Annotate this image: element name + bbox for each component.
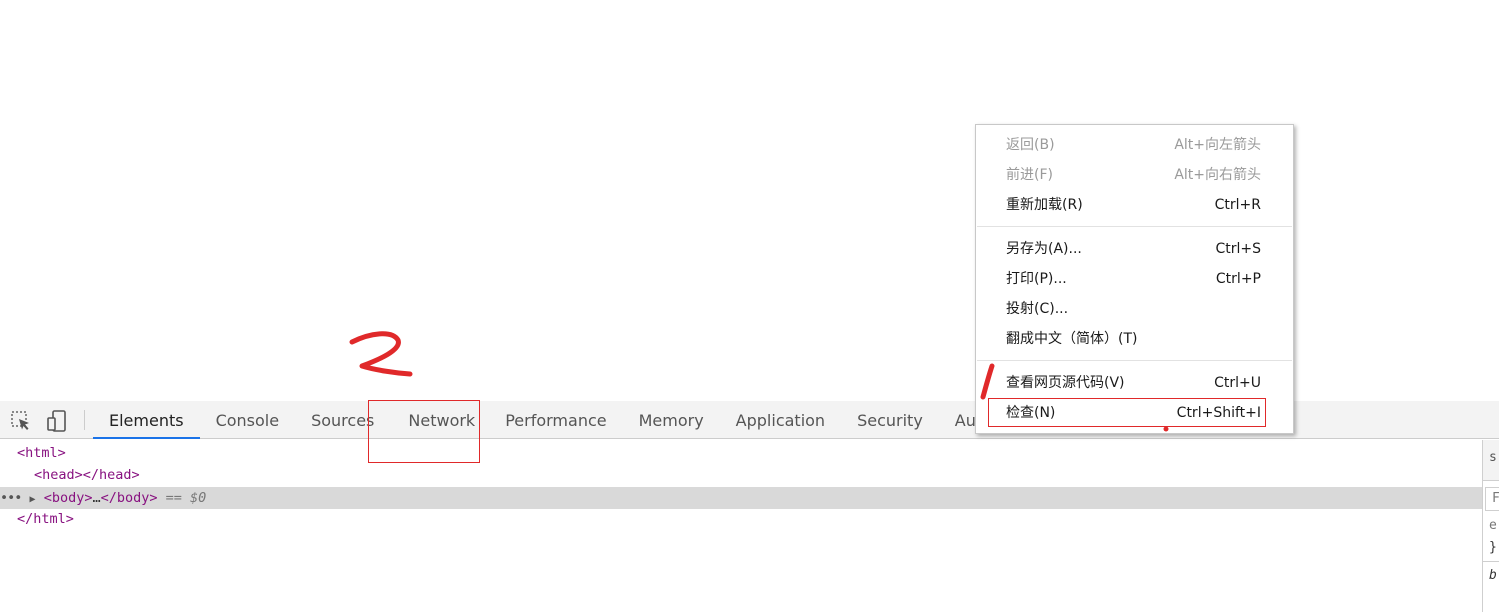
handwritten-step-1-mark — [980, 363, 995, 400]
annotation-marks — [349, 331, 1169, 432]
annotation-dot-mark — [1163, 426, 1169, 432]
handwritten-step-2-mark — [349, 331, 413, 377]
